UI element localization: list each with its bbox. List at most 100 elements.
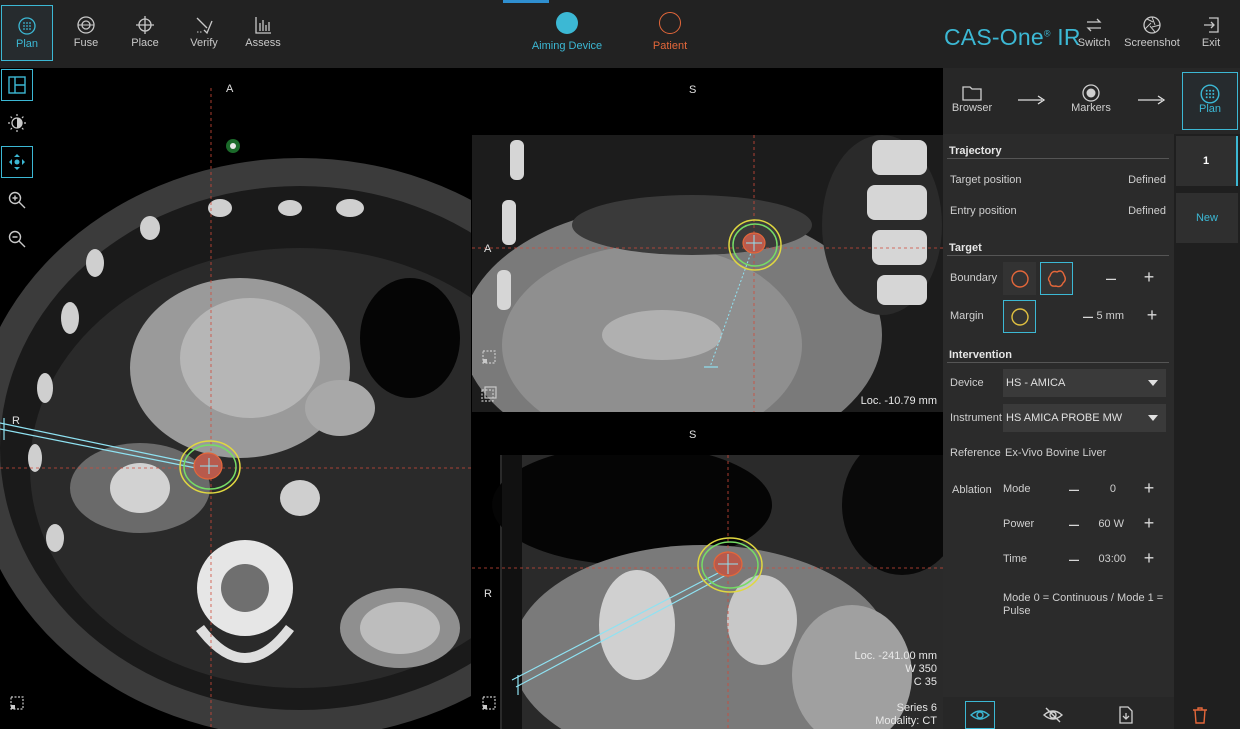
chevron-down-icon — [1148, 380, 1158, 386]
chevron-down-icon — [1148, 415, 1158, 421]
sagittal-layout-icon[interactable] — [479, 347, 499, 367]
patient-label: Patient — [652, 40, 688, 52]
plan-properties-panel: Trajectory Target position Defined Entry… — [943, 134, 1174, 697]
power-label: Power — [1003, 518, 1035, 530]
ablation-mode-note: Mode 0 = Continuous / Mode 1 = Pulse — [1003, 592, 1164, 617]
boundary-decrease-button[interactable]: – — [1104, 269, 1118, 287]
move-arrows-icon — [9, 154, 25, 170]
workflow-verify-label: Verify — [190, 37, 218, 49]
show-plan-button[interactable] — [965, 701, 995, 729]
pan-button[interactable] — [1, 146, 33, 178]
exit-label: Exit — [1201, 37, 1221, 49]
target-position-label: Target position — [950, 174, 1022, 186]
step-markers-label: Markers — [1071, 102, 1111, 114]
plan-tab-1[interactable]: 1 — [1176, 136, 1238, 186]
layout-grid-button[interactable] — [1, 69, 33, 101]
step-arrow-icon — [1018, 95, 1046, 105]
device-label: Device — [950, 377, 984, 389]
circle-shape-icon — [1010, 269, 1029, 288]
coronal-layout-icon[interactable] — [479, 693, 499, 713]
target-section-title: Target — [949, 242, 982, 254]
power-decrease-button[interactable]: – — [1067, 515, 1081, 533]
step-markers-button[interactable]: Markers — [1063, 72, 1119, 114]
active-device-indicator — [503, 0, 549, 3]
workflow-plan-label: Plan — [15, 38, 39, 50]
target-position-value: Defined — [1128, 174, 1166, 186]
screenshot-label: Screenshot — [1124, 37, 1180, 49]
workflow-plan-button[interactable]: Plan — [1, 5, 53, 61]
patient-button[interactable]: Patient — [645, 12, 695, 52]
workflow-place-button[interactable]: Place — [119, 5, 171, 61]
marker-radio-icon — [1063, 72, 1119, 102]
coronal-viewport[interactable]: R Loc. -241.00 mm W 350 C 35 Series 6 Mo… — [472, 455, 943, 729]
workflow-fuse-button[interactable]: Fuse — [60, 5, 112, 61]
aiming-device-label: Aiming Device — [531, 40, 603, 52]
assess-chart-icon — [237, 5, 289, 37]
mode-decrease-button[interactable]: – — [1067, 480, 1081, 498]
step-plan-button[interactable]: Plan — [1182, 72, 1238, 130]
device-select-value: HS - AMICA — [1006, 377, 1066, 389]
instrument-label: Instrument — [950, 412, 1002, 424]
reference-value: Ex-Vivo Bovine Liver — [1005, 447, 1107, 459]
workflow-assess-button[interactable]: Assess — [237, 5, 289, 61]
boundary-freeform-button[interactable] — [1040, 262, 1073, 295]
layout-grid-icon — [8, 76, 26, 94]
margin-increase-button[interactable]: + — [1145, 306, 1159, 324]
sagittal-viewport[interactable]: A Loc. -10.79 mm — [472, 135, 943, 412]
coronal-overlay-info: Loc. -241.00 mm W 350 C 35 — [787, 650, 937, 689]
patient-status-icon — [659, 12, 681, 34]
zoom-in-button[interactable] — [1, 184, 33, 216]
zoom-out-button[interactable] — [1, 223, 33, 255]
entry-position-value: Defined — [1128, 205, 1166, 217]
freeform-shape-icon — [1047, 269, 1066, 287]
workflow-verify-button[interactable]: Verify — [178, 5, 230, 61]
contrast-sun-icon — [8, 114, 26, 132]
time-decrease-button[interactable]: – — [1067, 550, 1081, 568]
plan-actions-footer — [943, 697, 1207, 729]
switch-button[interactable]: Switch — [1068, 5, 1120, 61]
file-download-icon — [1119, 706, 1133, 724]
hide-plan-button[interactable] — [1038, 701, 1068, 729]
axial-viewport[interactable]: A R — [0, 68, 471, 729]
boundary-circle-button[interactable] — [1003, 262, 1036, 295]
exit-door-icon — [1186, 5, 1236, 37]
window-level-button[interactable] — [1, 107, 33, 139]
mode-increase-button[interactable]: + — [1142, 479, 1156, 497]
zoom-out-icon — [8, 230, 26, 248]
step-arrow-icon — [1138, 95, 1166, 105]
exit-button[interactable]: Exit — [1186, 5, 1236, 61]
export-plan-button[interactable] — [1111, 701, 1141, 729]
plan-tab-1-label: 1 — [1202, 155, 1210, 167]
power-value: 60 W — [1098, 518, 1124, 530]
verify-icon — [178, 5, 230, 37]
power-increase-button[interactable]: + — [1142, 514, 1156, 532]
margin-decrease-button[interactable]: – — [1081, 307, 1095, 325]
trash-icon — [1193, 707, 1207, 724]
boundary-increase-button[interactable]: + — [1142, 268, 1156, 286]
margin-circle-button[interactable] — [1003, 300, 1036, 333]
device-select[interactable]: HS - AMICA — [1003, 369, 1166, 397]
axial-layout-icon[interactable] — [7, 693, 27, 713]
margin-circle-icon — [1010, 307, 1029, 326]
sagittal-copy-icon[interactable] — [479, 385, 499, 405]
screenshot-button[interactable]: Screenshot — [1122, 5, 1182, 61]
time-label: Time — [1003, 553, 1028, 565]
reference-label: Reference — [950, 447, 1001, 459]
sagittal-location-readout: Loc. -10.79 mm — [860, 395, 937, 407]
sagittal-ct-image — [472, 135, 943, 412]
section-divider — [947, 158, 1169, 159]
plan-target-icon — [2, 6, 52, 38]
instrument-select[interactable]: HS AMICA PROBE MW — [1003, 404, 1166, 432]
aiming-device-button[interactable]: Aiming Device — [530, 12, 604, 52]
axial-orientation-top: A — [226, 83, 234, 95]
coronal-center-readout: C 35 — [913, 676, 937, 688]
time-increase-button[interactable]: + — [1142, 549, 1156, 567]
new-plan-button[interactable]: New — [1176, 193, 1238, 243]
coronal-location-readout: Loc. -241.00 mm — [854, 650, 937, 662]
instrument-select-value: HS AMICA PROBE MW — [1006, 412, 1123, 424]
trajectory-section-title: Trajectory — [949, 145, 1002, 157]
delete-plan-button[interactable] — [1185, 701, 1215, 729]
intervention-section-title: Intervention — [949, 349, 1012, 361]
margin-label: Margin — [950, 310, 984, 322]
step-browser-button[interactable]: Browser — [944, 72, 1000, 114]
